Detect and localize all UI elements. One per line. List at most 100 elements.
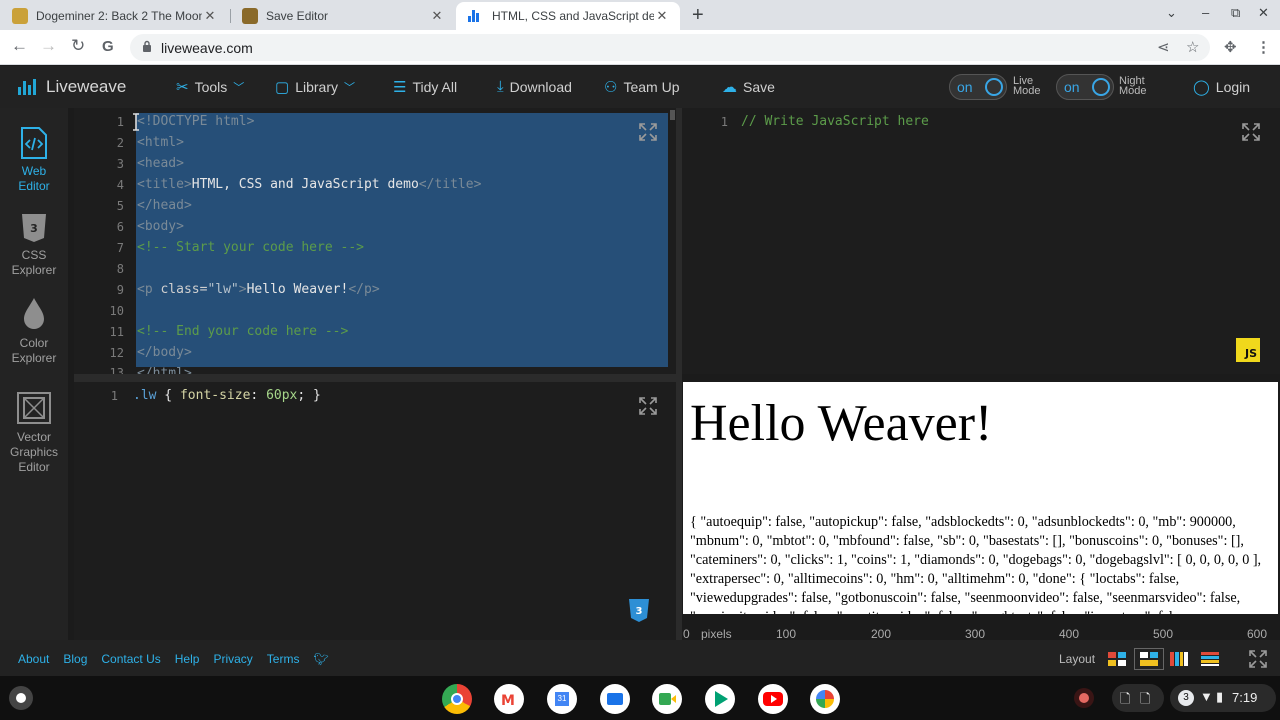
sidebar-label: Vector (16, 430, 52, 444)
sidebar-item-web-editor[interactable]: Web Editor (0, 126, 68, 194)
forward-arrow-icon[interactable]: → (40, 36, 57, 56)
svg-text:3: 3 (30, 222, 38, 235)
line-number: 11 (109, 325, 124, 339)
line-number: 4 (116, 178, 124, 192)
tidy-all-button[interactable]: ☰ Tidy All (393, 78, 457, 96)
tote-holding-space[interactable]: 🗋︎ 🗋︎ (1112, 684, 1164, 712)
liveweave-logo[interactable]: Liveweave (18, 77, 126, 97)
more-menu-icon[interactable]: ⋮ (1256, 38, 1271, 56)
night-mode-toggle[interactable]: on (1056, 74, 1114, 100)
minimize-icon[interactable]: – (1202, 5, 1209, 20)
tools-label: Tools (194, 79, 228, 95)
omnibox[interactable]: liveweave.com (130, 34, 1210, 61)
layout-option-4-icon[interactable] (1201, 652, 1219, 666)
vector-graphics-icon (17, 392, 51, 424)
layout-option-2-selected[interactable] (1134, 648, 1164, 670)
download-label: Download (509, 78, 572, 95)
chevron-down-icon: ﹀ (233, 82, 245, 94)
html-editor-scrollbar[interactable] (670, 110, 675, 120)
toggle-knob (1092, 78, 1110, 96)
team-up-button[interactable]: ⚇ Team Up (604, 78, 679, 96)
line-number: 3 (116, 157, 124, 171)
layout-label: Layout (1059, 652, 1096, 666)
sidebar-label: Editor (18, 179, 50, 193)
css-code-line[interactable]: .lw { font-size: 60px; } (133, 388, 321, 403)
back-arrow-icon[interactable]: ← (11, 36, 28, 56)
layout-option-2-icon (1140, 652, 1158, 666)
battery-icon: ▮ (1216, 689, 1224, 704)
library-menu[interactable]: ▢ Library ﹀ (275, 78, 355, 96)
expand-css-editor-icon[interactable] (638, 396, 658, 416)
close-tab-icon[interactable]: ✕ (429, 8, 445, 24)
footer-link-about[interactable]: About (18, 652, 49, 666)
meet-app-icon[interactable] (652, 684, 682, 714)
layout-option-1-icon[interactable] (1108, 652, 1126, 666)
photos-app-icon[interactable] (810, 684, 840, 714)
chevron-down-icon: ﹀ (343, 82, 355, 94)
gmail-app-icon[interactable]: M (494, 684, 524, 714)
reload-icon[interactable]: ↻ (71, 36, 85, 56)
tab-search-chevron-icon[interactable]: ⌄ (1166, 5, 1177, 21)
tab-title: Save Editor (266, 9, 329, 23)
tab-save-editor[interactable]: Save Editor ✕ (230, 2, 455, 30)
share-icon[interactable]: ⋖ (1157, 38, 1170, 56)
restore-icon[interactable]: ⧉ (1231, 5, 1240, 21)
footer-link-privacy[interactable]: Privacy (213, 652, 252, 666)
sidebar-item-css-explorer[interactable]: 3 CSS Explorer (0, 212, 68, 278)
save-button[interactable]: ☁ Save (722, 78, 775, 96)
chrome-app-icon[interactable] (442, 684, 472, 714)
browser-tab-strip: Dogeminer 2: Back 2 The Moon ✕ Save Edit… (0, 0, 1280, 30)
expand-html-editor-icon[interactable] (638, 122, 658, 142)
login-button[interactable]: ◯ Login (1193, 78, 1250, 96)
line-number: 13 (109, 366, 124, 374)
launcher-icon[interactable] (9, 686, 33, 710)
live-mode-label: Live Mode (1013, 75, 1041, 97)
bookmark-star-icon[interactable]: ☆ (1186, 38, 1199, 56)
text-cursor-icon (133, 113, 139, 131)
code-comment: <!-- Start your code here --> (137, 240, 364, 255)
file-icon: 🗋︎ (1120, 691, 1131, 706)
sidebar-item-color-explorer[interactable]: Color Explorer (0, 296, 68, 366)
tab-dogeminer[interactable]: Dogeminer 2: Back 2 The Moon ✕ (0, 2, 228, 30)
files-app-icon[interactable] (600, 684, 630, 714)
line-number: 6 (116, 220, 124, 234)
expand-js-editor-icon[interactable] (1241, 122, 1261, 142)
sidebar-label: Color (19, 336, 49, 350)
sidebar-item-vector-graphics-editor[interactable]: Vector Graphics Editor (0, 390, 68, 475)
tools-menu[interactable]: ✂ Tools ﹀ (176, 78, 244, 96)
youtube-app-icon[interactable] (758, 684, 788, 714)
live-mode-toggle[interactable]: on (949, 74, 1007, 100)
footer-link-terms[interactable]: Terms (267, 652, 300, 666)
lock-icon (143, 40, 151, 52)
js-code-line[interactable]: // Write JavaScript here (741, 114, 929, 129)
live-preview[interactable]: Hello Weaver! { "autoequip": false, "aut… (683, 382, 1278, 614)
code-line: <html> (137, 135, 184, 150)
tab-liveweave[interactable]: HTML, CSS and JavaScript demo ✕ (456, 2, 680, 30)
screen-record-stop-icon[interactable] (1074, 688, 1094, 708)
fullscreen-icon[interactable] (1248, 649, 1268, 669)
play-store-app-icon[interactable] (705, 684, 735, 714)
status-area[interactable]: 3 ▼ ▮ 7:19 (1170, 684, 1276, 712)
tool-sidebar: Web Editor 3 CSS Explorer Color Explorer Ve… (0, 108, 68, 640)
liveweave-favicon-icon (468, 10, 484, 22)
calendar-app-icon[interactable]: 31 (547, 684, 577, 714)
file-icon: 🗋︎ (1140, 691, 1151, 706)
js-editor[interactable] (682, 108, 1280, 374)
horizontal-splitter[interactable] (74, 374, 678, 382)
team-up-label: Team Up (623, 79, 680, 95)
google-g-icon[interactable]: G (102, 38, 114, 55)
new-tab-plus-icon[interactable]: + (692, 4, 704, 27)
close-tab-icon[interactable]: ✕ (654, 8, 670, 24)
close-window-icon[interactable]: ✕ (1258, 5, 1269, 21)
night-mode-label: Night Mode (1119, 75, 1147, 97)
download-button[interactable]: ⤓ Download (497, 78, 572, 95)
footer-link-blog[interactable]: Blog (63, 652, 87, 666)
close-tab-icon[interactable]: ✕ (202, 8, 218, 24)
footer-link-contact[interactable]: Contact Us (101, 652, 160, 666)
extensions-puzzle-icon[interactable]: ✥ (1224, 38, 1237, 56)
twitter-bird-icon[interactable]: 🐦︎ (313, 652, 328, 666)
css-editor[interactable] (74, 382, 676, 640)
layout-option-3-icon[interactable] (1170, 652, 1188, 666)
wifi-icon: ▼ (1200, 689, 1213, 704)
footer-link-help[interactable]: Help (175, 652, 200, 666)
